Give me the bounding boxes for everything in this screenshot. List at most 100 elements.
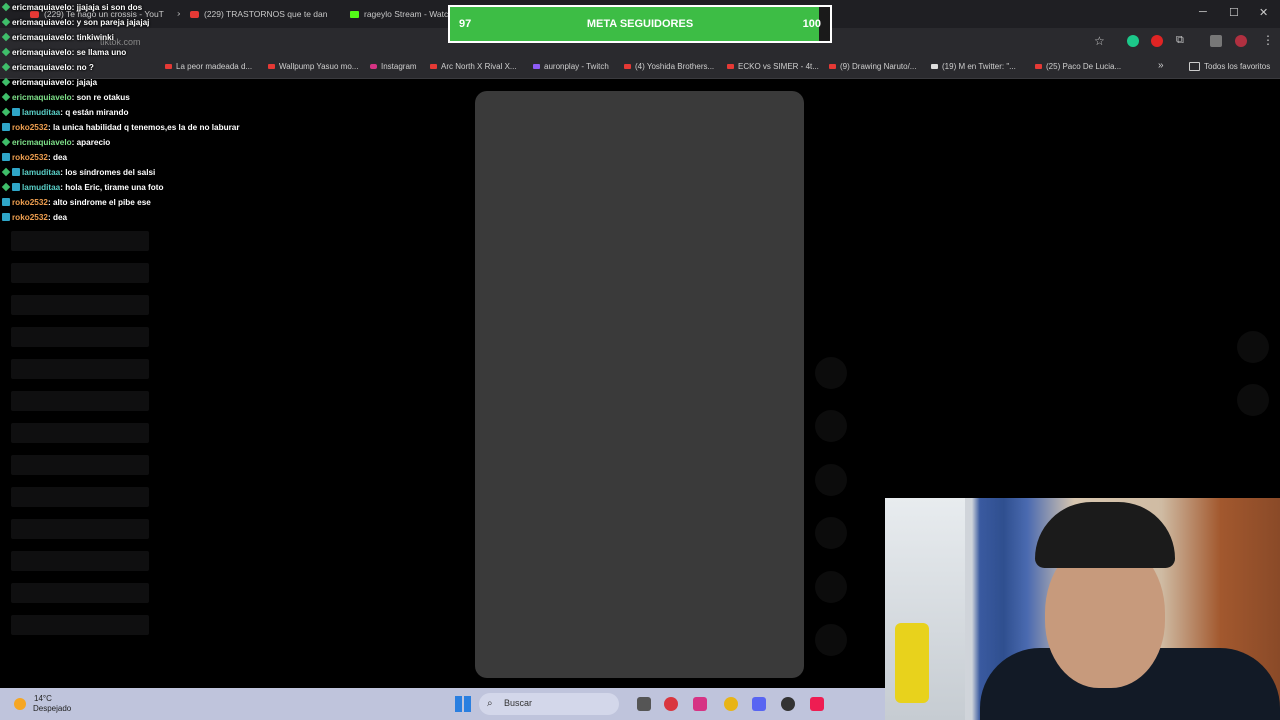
taskbar-search[interactable]: ⌕ Buscar [479,693,619,715]
bookmark-item[interactable]: (19) M en Twitter: "... [931,62,1016,71]
weather-desc[interactable]: Despejado [33,704,71,713]
extension-green-icon[interactable] [1127,35,1139,47]
chat-username[interactable]: ericmaquiavelo [12,33,72,42]
chat-message: lamuditaa: hola Eric, tirame una foto [1,180,164,194]
all-bookmarks-folder[interactable]: Todos los favoritos [1189,62,1270,71]
instagram-icon[interactable] [693,697,707,711]
bookmark-item[interactable]: (4) Yoshida Brothers... [624,62,714,71]
chat-badge-icon [1,137,11,147]
bookmark-item[interactable]: Wallpump Yasuo mo... [268,62,358,71]
bookmark-item[interactable]: ECKO vs SIMER - 4t... [727,62,819,71]
subscriber-badge-icon [12,168,20,176]
chat-text: : son re otakus [71,92,130,102]
chat-message: roko2532: la unica habilidad q tenemos,e… [2,120,240,134]
app-red-icon[interactable] [664,697,678,711]
minimize-button[interactable]: ─ [1199,6,1207,18]
kick-icon [350,10,359,18]
bookmark-item[interactable]: (9) Drawing Naruto/... [829,62,916,71]
subscriber-badge-icon [2,123,10,131]
youtube-icon [829,64,836,69]
chat-badge-icon [1,2,11,12]
extensions-icon[interactable]: ⧉ [1176,34,1184,47]
windows-taskbar: 14°C Despejado ⌕ Buscar [0,688,885,720]
discord-icon[interactable] [752,697,766,711]
tab-close-icon[interactable]: × [177,9,180,19]
chrome-icon[interactable] [724,697,738,711]
chat-text: : dea [47,212,68,222]
chat-username[interactable]: ericmaquiavelo [12,93,72,102]
star-icon[interactable]: ☆ [1094,34,1105,48]
search-placeholder: Buscar [504,698,533,708]
close-window-button[interactable]: ✕ [1259,6,1268,19]
chat-badge-icon [1,77,11,87]
chat-message: ericmaquiavelo: jajaja [1,75,97,89]
bookmark-item[interactable]: (25) Paco De Lucia... [1035,62,1121,71]
maximize-button[interactable]: ☐ [1229,6,1239,19]
bookmark-item[interactable]: auronplay - Twitch [533,62,609,71]
chat-username[interactable]: ericmaquiavelo [12,138,72,147]
chat-username[interactable]: roko2532 [12,123,48,132]
chat-username[interactable]: ericmaquiavelo [12,63,72,72]
chat-username[interactable]: ericmaquiavelo [12,18,72,27]
weather-temp[interactable]: 14°C [34,694,52,703]
action-button[interactable] [815,624,847,656]
chat-badge-icon [1,92,11,102]
bookmark-item[interactable]: La peor madeada d... [165,62,252,71]
avatar[interactable] [1235,35,1247,47]
action-button[interactable] [815,517,847,549]
chat-username[interactable]: lamuditaa [22,168,60,177]
action-button[interactable] [815,464,847,496]
subscriber-badge-icon [2,198,10,206]
chat-text: : no ? [71,62,94,72]
bookmark-item[interactable]: Instagram [370,62,417,71]
chat-username[interactable]: lamuditaa [22,183,60,192]
bookmark-item[interactable]: Arc North X Rival X... [430,62,517,71]
nav-down-button[interactable] [1237,384,1269,416]
weather-sun-icon[interactable] [14,698,26,710]
folder-icon [1189,62,1200,71]
action-button[interactable] [815,410,847,442]
chat-message: ericmaquiavelo: se llama uno [1,45,126,59]
youtube-icon [624,64,631,69]
chat-username[interactable]: roko2532 [12,198,48,207]
nav-up-button[interactable] [1237,331,1269,363]
action-button[interactable] [815,357,847,389]
skeleton-item [11,295,149,315]
chat-message: lamuditaa: q están mirando [1,105,128,119]
video-feed-placeholder[interactable] [475,91,804,678]
skeleton-item [11,231,149,251]
chat-badge-icon [1,107,11,117]
obs-icon[interactable] [781,697,795,711]
bookmarks-bar: La peor madeada d... Wallpump Yasuo mo..… [0,56,1280,79]
chat-message: lamuditaa: los síndromes del salsi [1,165,155,179]
chevron-right-icon[interactable]: » [1158,60,1164,71]
subscriber-badge-icon [2,153,10,161]
chat-text: : aparecio [71,137,111,147]
chat-username[interactable]: ericmaquiavelo [12,48,72,57]
windows-start-icon[interactable] [455,696,471,712]
chat-username[interactable]: roko2532 [12,213,48,222]
chat-message: ericmaquiavelo: no ? [1,60,94,74]
action-button[interactable] [815,571,847,603]
chat-username[interactable]: ericmaquiavelo [12,3,72,12]
subscriber-badge-icon [2,213,10,221]
skeleton-item [11,391,149,411]
media-icon[interactable] [1210,35,1222,47]
chat-username[interactable]: lamuditaa [22,108,60,117]
tab-youtube-2[interactable]: (229) TRASTORNOS que te dan × [190,5,340,23]
task-view-icon[interactable] [637,697,651,711]
chat-text: : dea [47,152,68,162]
chat-badge-icon [1,167,11,177]
chat-badge-icon [1,182,11,192]
follower-goal-bar: 97 META SEGUIDORES 100 [448,5,832,43]
youtube-icon [430,64,437,69]
chat-username[interactable]: roko2532 [12,153,48,162]
skeleton-item [11,615,149,635]
extension-red-icon[interactable] [1151,35,1163,47]
tab-kick[interactable]: rageylo Stream - Watch [350,5,450,23]
chat-username[interactable]: ericmaquiavelo [12,78,72,87]
menu-icon[interactable]: ⋮ [1262,33,1274,47]
skeleton-item [11,519,149,539]
tiktok-icon[interactable] [810,697,824,711]
webcam-person-cap [1035,502,1175,568]
